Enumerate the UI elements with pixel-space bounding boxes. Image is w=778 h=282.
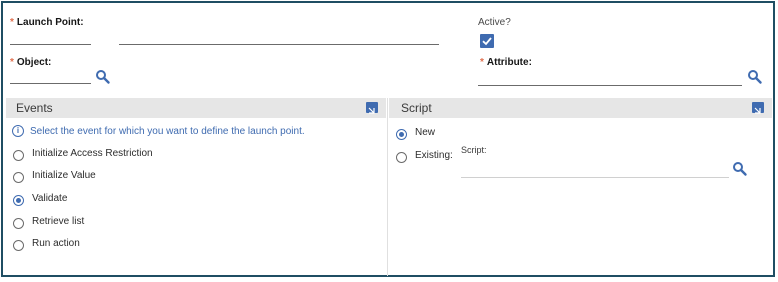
collapse-panel-icon[interactable] (366, 102, 378, 114)
attribute-input[interactable] (478, 85, 742, 86)
events-panel-title: Events (16, 101, 53, 115)
script-lookup-icon[interactable] (732, 161, 748, 177)
collapse-panel-icon[interactable] (752, 102, 764, 114)
radio-button[interactable] (13, 172, 24, 183)
active-checkbox[interactable] (480, 34, 494, 48)
events-panel-header: Events (6, 98, 386, 118)
required-marker: * (480, 57, 484, 68)
script-panel-title: Script (401, 101, 432, 115)
magnifier-icon (748, 70, 762, 84)
active-label: Active? (478, 17, 511, 28)
panel-divider (387, 98, 388, 276)
info-icon: i (12, 125, 24, 137)
object-lookup-icon[interactable] (95, 69, 111, 85)
required-marker: * (10, 57, 14, 68)
required-marker: * (10, 17, 14, 28)
magnifier-icon (733, 162, 747, 176)
launch-point-dialog: * Launch Point: Active? * Object: * Attribu… (1, 1, 775, 277)
script-input[interactable] (461, 177, 729, 178)
radio-button-selected[interactable] (13, 195, 24, 206)
script-field-label: Script: (461, 145, 487, 155)
radio-button[interactable] (13, 150, 24, 161)
radio-button[interactable] (13, 218, 24, 229)
radio-button[interactable] (396, 152, 407, 163)
script-panel-header: Script (389, 98, 772, 118)
object-input[interactable] (10, 83, 91, 84)
magnifier-icon (96, 70, 110, 84)
events-info-text: Select the event for which you want to d… (30, 126, 305, 137)
radio-button[interactable] (13, 240, 24, 251)
checkmark-icon (482, 37, 492, 46)
radio-button-selected[interactable] (396, 129, 407, 140)
attribute-lookup-icon[interactable] (747, 69, 763, 85)
launch-point-label: * Launch Point: (10, 17, 84, 28)
launch-point-input[interactable] (10, 44, 91, 45)
object-label: * Object: (10, 57, 52, 68)
attribute-label: * Attribute: (480, 57, 532, 68)
launch-point-description-input[interactable] (119, 44, 439, 45)
